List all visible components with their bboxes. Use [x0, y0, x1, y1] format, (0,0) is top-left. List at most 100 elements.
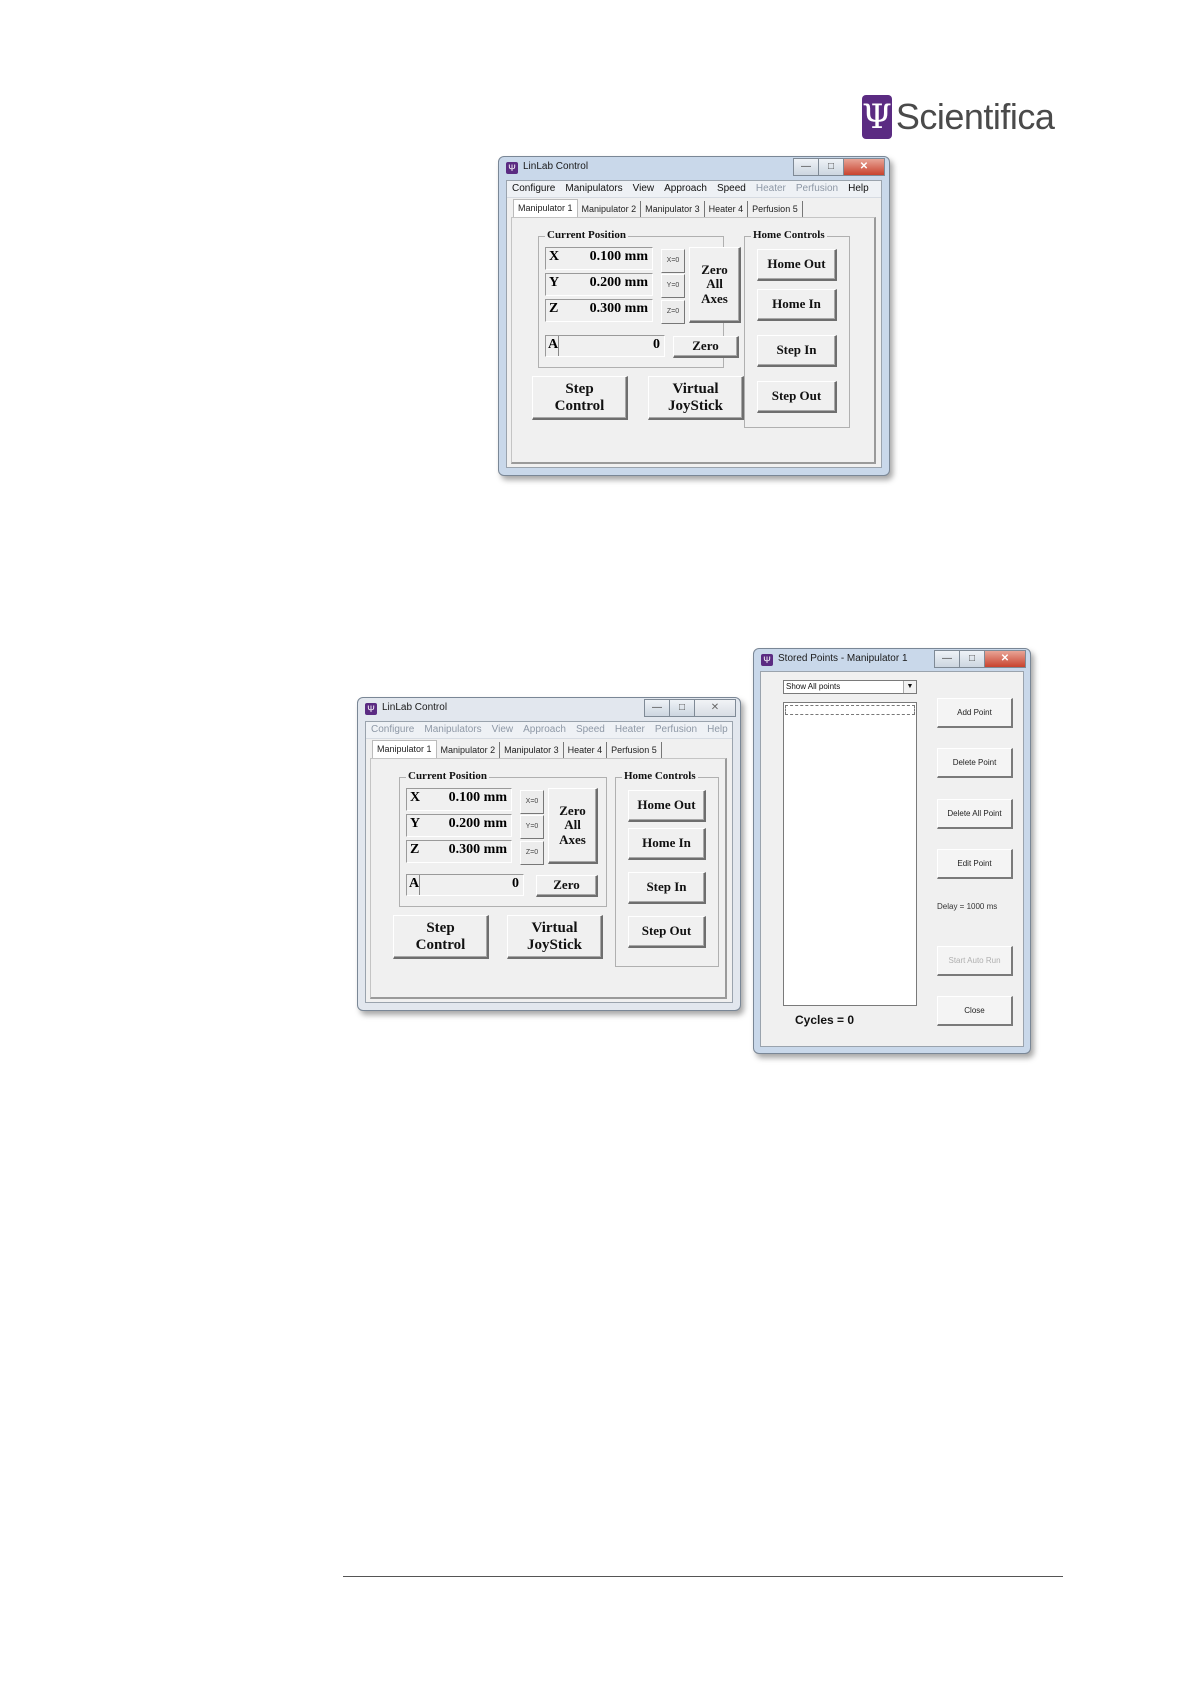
home-out-button[interactable]: Home Out [757, 249, 837, 281]
zero-z-button[interactable]: Z=0 [661, 300, 685, 324]
axis-letter-x: X [549, 249, 560, 264]
step-out-button[interactable]: Step Out [628, 916, 706, 948]
current-position-title: Current Position [406, 770, 489, 782]
psi-logo-icon: Ψ [862, 95, 892, 139]
menu-bar: Configure Manipulators View Approach Spe… [366, 722, 732, 739]
zero-y-button[interactable]: Y=0 [661, 274, 685, 298]
maximize-button[interactable]: □ [959, 650, 985, 668]
home-controls-group: Home Controls Home Out Home In Step In S… [744, 229, 850, 428]
zero-all-line-1: Zero [559, 803, 586, 819]
axis-value-a: 0 [653, 337, 660, 352]
x-position-readout: X 0.100 mm [545, 247, 653, 270]
menu-configure[interactable]: Configure [507, 181, 560, 197]
zero-all-line-2: All [564, 817, 581, 833]
menu-manipulators[interactable]: Manipulators [419, 722, 486, 738]
zero-all-axes-button[interactable]: Zero All Axes [689, 247, 741, 323]
title-bar[interactable]: Ψ Stored Points - Manipulator 1 — □ ✕ [754, 649, 1030, 671]
client-area: Configure Manipulators View Approach Spe… [506, 180, 882, 468]
menu-view[interactable]: View [628, 181, 660, 197]
menu-heater[interactable]: Heater [751, 181, 791, 197]
menu-manipulators[interactable]: Manipulators [560, 181, 627, 197]
menu-help[interactable]: Help [843, 181, 874, 197]
step-control-button[interactable]: Step Control [393, 915, 489, 959]
delete-all-point-button[interactable]: Delete All Point [937, 799, 1013, 829]
home-out-button[interactable]: Home Out [628, 790, 706, 822]
zero-a-button[interactable]: Zero [673, 336, 739, 358]
chevron-down-icon[interactable]: ▼ [903, 681, 916, 693]
linlab-window-1: Ψ LinLab Control — □ ✕ Configure Manipul… [498, 156, 890, 476]
step-control-button[interactable]: Step Control [532, 376, 628, 420]
zero-y-button[interactable]: Y=0 [520, 815, 544, 839]
title-bar[interactable]: Ψ LinLab Control — □ ✕ [499, 157, 889, 179]
stored-points-window: Ψ Stored Points - Manipulator 1 — □ ✕ Sh… [753, 648, 1031, 1054]
axis-value-x: 0.100 mm [448, 790, 507, 805]
delete-point-button[interactable]: Delete Point [937, 748, 1013, 778]
points-filter-value: Show All points [786, 682, 841, 691]
close-button[interactable]: ✕ [694, 699, 736, 717]
logo-text: Scientifica [895, 96, 1055, 137]
scientifica-logo: Ψ Scientifica [862, 92, 1055, 142]
list-item[interactable] [785, 705, 915, 715]
close-dialog-button[interactable]: Close [937, 996, 1013, 1026]
current-position-group: Current Position X 0.100 mm Y 0.200 mm Z… [399, 770, 607, 907]
add-point-button[interactable]: Add Point [937, 698, 1013, 728]
virtual-joystick-button[interactable]: Virtual JoyStick [648, 376, 744, 420]
menu-perfusion[interactable]: Perfusion [791, 181, 843, 197]
maximize-button[interactable]: □ [818, 158, 844, 176]
title-bar[interactable]: Ψ LinLab Control — □ ✕ [358, 698, 740, 720]
z-position-readout: Z 0.300 mm [406, 840, 512, 863]
app-icon: Ψ [365, 703, 377, 715]
axis-letter-x: X [410, 790, 421, 805]
axis-letter-z: Z [549, 301, 559, 316]
maximize-button[interactable]: □ [669, 699, 695, 717]
home-controls-group: Home Controls Home Out Home In Step In S… [615, 770, 719, 967]
points-filter-select[interactable]: Show All points ▼ [783, 680, 917, 694]
minimize-button[interactable]: — [793, 158, 819, 176]
menu-view[interactable]: View [487, 722, 519, 738]
y-position-readout: Y 0.200 mm [406, 814, 512, 837]
step-in-button[interactable]: Step In [628, 872, 706, 904]
window-title: LinLab Control [523, 161, 589, 172]
home-controls-title: Home Controls [622, 770, 698, 782]
footer-divider [343, 1576, 1063, 1577]
window-title: Stored Points - Manipulator 1 [778, 653, 908, 664]
axis-value-z: 0.300 mm [589, 301, 648, 316]
virtual-joystick-line-2: JoyStick [526, 936, 582, 953]
z-position-readout: Z 0.300 mm [545, 299, 653, 322]
edit-point-button[interactable]: Edit Point [937, 849, 1013, 879]
menu-configure[interactable]: Configure [366, 722, 419, 738]
axis-letter-a: A [548, 337, 559, 352]
menu-perfusion[interactable]: Perfusion [650, 722, 702, 738]
tab-manipulator-1[interactable]: Manipulator 1 [513, 199, 578, 217]
virtual-joystick-button[interactable]: Virtual JoyStick [507, 915, 603, 959]
step-control-line-1: Step [565, 381, 594, 397]
zero-a-button[interactable]: Zero [536, 875, 598, 897]
client-area: Show All points ▼ Add Point Delete Point… [760, 671, 1024, 1047]
menu-help[interactable]: Help [702, 722, 733, 738]
points-list[interactable] [783, 702, 917, 1006]
axis-letter-a: A [409, 876, 420, 891]
zero-x-button[interactable]: X=0 [661, 249, 685, 273]
tab-manipulator-1[interactable]: Manipulator 1 [372, 740, 437, 758]
menu-approach[interactable]: Approach [518, 722, 571, 738]
minimize-button[interactable]: — [934, 650, 960, 668]
menu-approach[interactable]: Approach [659, 181, 712, 197]
home-in-button[interactable]: Home In [628, 828, 706, 860]
menu-heater[interactable]: Heater [610, 722, 650, 738]
close-button[interactable]: ✕ [843, 158, 885, 176]
step-in-button[interactable]: Step In [757, 335, 837, 367]
menu-speed[interactable]: Speed [571, 722, 610, 738]
close-button[interactable]: ✕ [984, 650, 1026, 668]
minimize-button[interactable]: — [644, 699, 670, 717]
menu-speed[interactable]: Speed [712, 181, 751, 197]
a-axis-readout: A 0 [545, 335, 665, 357]
zero-x-button[interactable]: X=0 [520, 790, 544, 814]
zero-all-axes-button[interactable]: Zero All Axes [548, 788, 598, 864]
step-out-button[interactable]: Step Out [757, 381, 837, 413]
axis-letter-y: Y [410, 816, 421, 831]
start-auto-run-button[interactable]: Start Auto Run [937, 946, 1013, 976]
home-in-button[interactable]: Home In [757, 289, 837, 321]
zero-z-button[interactable]: Z=0 [520, 841, 544, 865]
axis-value-y: 0.200 mm [448, 816, 507, 831]
linlab-window-2: Ψ LinLab Control — □ ✕ Configure Manipul… [357, 697, 741, 1011]
